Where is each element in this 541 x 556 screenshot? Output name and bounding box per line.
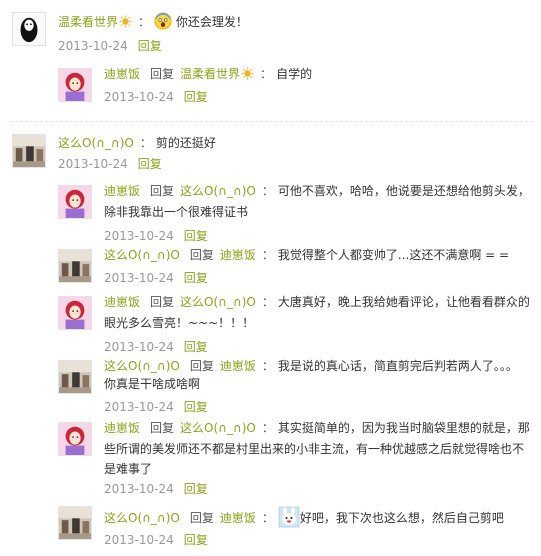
reply-button[interactable]: 回复 bbox=[184, 90, 208, 104]
avatar-zheme[interactable] bbox=[12, 134, 46, 168]
reply-text: 大唐真好，晚上我给她看评论，让他看看群众的 bbox=[277, 295, 530, 309]
username-link[interactable]: 迪崽饭 bbox=[104, 184, 140, 198]
bunny-face-icon bbox=[278, 506, 300, 528]
comment-meta: 2013-10-24 回复 bbox=[58, 155, 162, 173]
reply-to-username-link[interactable]: 迪崽饭 bbox=[220, 511, 256, 525]
avatar-dizaifan[interactable] bbox=[58, 185, 92, 219]
reply-text-line: 眼光多么雪亮！~~~！！！ bbox=[104, 316, 255, 330]
avatar-zheme[interactable] bbox=[58, 249, 92, 283]
comment-text: 剪的还挺好 bbox=[155, 136, 216, 150]
reply-line: 迪崽饭 回复 这么O(∩_∩)O：大唐真好，晚上我给她看评论，让他看看群众的 bbox=[104, 295, 530, 309]
reply-meta: 2013-10-24 回复 bbox=[104, 398, 208, 416]
comment-line: 这么O(∩_∩)O：剪的还挺好 bbox=[58, 136, 216, 150]
reply-meta: 2013-10-24 回复 bbox=[104, 480, 208, 498]
reply-button[interactable]: 回复 bbox=[138, 157, 162, 171]
username-link[interactable]: 这么O(∩_∩)O bbox=[104, 511, 180, 525]
reply-to-username-link[interactable]: 这么O(∩_∩)O bbox=[180, 295, 256, 309]
reply-to-username-link[interactable]: 迪崽饭 bbox=[220, 359, 256, 373]
reply-to-username-link[interactable]: 这么O(∩_∩)O bbox=[180, 421, 256, 435]
reply-date: 2013-10-24 bbox=[104, 400, 174, 414]
reply-meta: 2013-10-24 回复 bbox=[104, 531, 208, 549]
reply-date: 2013-10-24 bbox=[104, 340, 174, 354]
reply-text: 自学的 bbox=[276, 67, 313, 81]
comment-meta: 2013-10-24 回复 bbox=[58, 37, 162, 55]
reply-text: 我是说的真心话，简直剪完后判若两人了。。。 bbox=[277, 359, 518, 373]
thread-divider bbox=[10, 121, 533, 122]
username-link[interactable]: 这么O(∩_∩)O bbox=[104, 359, 180, 373]
username-link[interactable]: 迪崽饭 bbox=[104, 421, 140, 435]
avatar-dizaifan[interactable] bbox=[58, 296, 92, 330]
comment-line: 温柔看世界： 你还会理发！ bbox=[58, 12, 248, 32]
reply-button[interactable]: 回复 bbox=[184, 340, 208, 354]
reply-button[interactable]: 回复 bbox=[138, 39, 162, 53]
reply-text: 可他不喜欢，哈哈，他说要是还想给他剪头发， bbox=[277, 184, 530, 198]
reply-date: 2013-10-24 bbox=[104, 533, 174, 547]
username-link[interactable]: 迪崽饭 bbox=[104, 67, 140, 81]
reply-text-line: 除非我靠出一个很难得证书 bbox=[104, 205, 249, 219]
reply-to-username-link[interactable]: 温柔看世界 bbox=[180, 67, 240, 81]
sun-icon bbox=[241, 66, 254, 80]
username-link[interactable]: 温柔看世界 bbox=[58, 15, 118, 29]
username-link[interactable]: 迪崽饭 bbox=[104, 295, 140, 309]
reply-text: 其实挺简单的，因为我当时脑袋里想的就是，那 bbox=[277, 421, 530, 435]
reply-date: 2013-10-24 bbox=[104, 90, 174, 104]
avatar-dizaifan[interactable] bbox=[58, 422, 92, 456]
reply-meta: 2013-10-24 回复 bbox=[104, 338, 208, 356]
reply-text-line: 你真是干啥成啥啊 bbox=[104, 377, 201, 391]
sun-icon bbox=[119, 14, 132, 28]
avatar-zheme[interactable] bbox=[58, 506, 92, 540]
reply-line: 这么O(∩_∩)O 回复 迪崽饭：我是说的真心话，简直剪完后判若两人了。。。 bbox=[104, 359, 518, 373]
reply-button[interactable]: 回复 bbox=[184, 229, 208, 243]
reply-line: 这么O(∩_∩)O 回复 迪崽饭：我觉得整个人都变帅了...这还不满意啊 = = bbox=[104, 248, 510, 262]
reply-line: 迪崽饭 回复 这么O(∩_∩)O：其实挺简单的，因为我当时脑袋里想的就是，那 bbox=[104, 421, 530, 435]
username-link[interactable]: 这么O(∩_∩)O bbox=[58, 136, 134, 150]
reply-date: 2013-10-24 bbox=[104, 482, 174, 496]
shocked-face-icon bbox=[154, 12, 172, 30]
reply-text-line: 些所谓的美发师还不都是村里出来的小非主流，有一种优越感之后就觉得啥也不 bbox=[104, 442, 525, 456]
reply-date: 2013-10-24 bbox=[104, 271, 174, 285]
avatar-zheme[interactable] bbox=[58, 360, 92, 394]
reply-meta: 2013-10-24 回复 bbox=[104, 88, 208, 106]
reply-to-username-link[interactable]: 迪崽饭 bbox=[220, 248, 256, 262]
reply-meta: 2013-10-24 回复 bbox=[104, 269, 208, 287]
username-link[interactable]: 这么O(∩_∩)O bbox=[104, 248, 180, 262]
comment-text: 你还会理发！ bbox=[175, 15, 248, 29]
reply-text: 好吧，我下次也这么想，然后自己剪吧 bbox=[299, 511, 504, 525]
reply-button[interactable]: 回复 bbox=[184, 482, 208, 496]
reply-to-username-link[interactable]: 这么O(∩_∩)O bbox=[180, 184, 256, 198]
reply-button[interactable]: 回复 bbox=[184, 400, 208, 414]
reply-line: 这么O(∩_∩)O 回复 迪崽饭：好吧，我下次也这么想，然后自己剪吧 bbox=[104, 506, 504, 528]
reply-button[interactable]: 回复 bbox=[184, 271, 208, 285]
reply-line: 迪崽饭 回复 温柔看世界：自学的 bbox=[104, 66, 313, 81]
avatar-dizaifan[interactable] bbox=[58, 68, 92, 102]
reply-line: 迪崽饭 回复 这么O(∩_∩)O：可他不喜欢，哈哈，他说要是还想给他剪头发， bbox=[104, 184, 530, 198]
avatar-wenrou[interactable] bbox=[12, 12, 46, 46]
reply-meta: 2013-10-24 回复 bbox=[104, 227, 208, 245]
comment-date: 2013-10-24 bbox=[58, 39, 128, 53]
reply-text-line: 是难事了 bbox=[104, 462, 153, 476]
reply-button[interactable]: 回复 bbox=[184, 533, 208, 547]
reply-date: 2013-10-24 bbox=[104, 229, 174, 243]
reply-text: 我觉得整个人都变帅了...这还不满意啊 = = bbox=[277, 248, 510, 262]
comment-date: 2013-10-24 bbox=[58, 157, 128, 171]
